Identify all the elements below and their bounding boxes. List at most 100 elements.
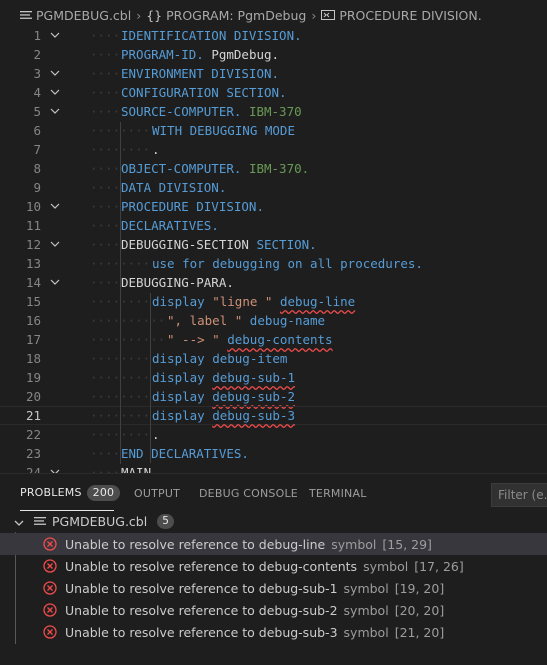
error-circle-icon (43, 603, 57, 617)
code-line[interactable]: 20display debug-sub-2········ (0, 387, 547, 406)
code-line[interactable]: 14 DEBUGGING-PARA. ···· (0, 273, 547, 292)
tab-terminal[interactable]: TERMINAL (309, 487, 367, 500)
problem-item[interactable]: Unable to resolve reference to debug-sub… (0, 599, 547, 621)
code-token: OBJECT-COMPUTER. (121, 161, 249, 176)
tab-problems[interactable]: PROBLEMS 200 (20, 485, 121, 501)
code-token: ENVIRONMENT DIVISION. (121, 66, 280, 81)
code-text: . (152, 140, 160, 159)
code-text: ENVIRONMENT DIVISION. (121, 64, 279, 83)
code-token: DEBUGGING-SECTION (121, 237, 257, 252)
problem-source: symbol (343, 602, 389, 618)
problem-file-name: PGMDEBUG.cbl (52, 514, 148, 529)
whitespace-dots: ···· (90, 161, 121, 176)
code-line[interactable]: 9 DATA DIVISION. ···· (0, 178, 547, 197)
whitespace-dots: ···· (90, 47, 121, 62)
code-token: display debug-item (152, 351, 288, 366)
code-line[interactable]: 7.········ (0, 140, 547, 159)
whitespace-dots: ···· (90, 218, 121, 233)
breadcrumb-program[interactable]: PROGRAM: PgmDebug (166, 8, 306, 23)
code-text: DEBUGGING-SECTION SECTION. (121, 235, 317, 254)
code-line[interactable]: 2 PROGRAM-ID. PgmDebug. ···· (0, 45, 547, 64)
error-circle-icon (43, 559, 57, 573)
code-line[interactable]: 3 ENVIRONMENT DIVISION. ···· (0, 64, 547, 83)
whitespace-dots: ···· (90, 446, 121, 461)
problem-file-row[interactable]: PGMDEBUG.cbl 5 (0, 511, 547, 532)
fold-chevron-icon[interactable] (50, 89, 60, 96)
code-line[interactable]: 8 OBJECT-COMPUTER. IBM-370. ···· (0, 159, 547, 178)
code-token: debug-sub-2 (212, 389, 296, 404)
fold-chevron-icon[interactable] (50, 241, 60, 248)
fold-chevron-icon[interactable] (50, 32, 60, 39)
code-token: PROGRAM-ID. (121, 47, 212, 62)
code-line[interactable]: 13use for debugging on all procedures.··… (0, 254, 547, 273)
code-text: display debug-sub-2 (152, 387, 295, 406)
code-text: CONFIGURATION SECTION. (121, 83, 287, 102)
problem-item[interactable]: Unable to resolve reference to debug-lin… (0, 533, 547, 555)
code-line[interactable]: 6WITH DEBUGGING MODE········ (0, 121, 547, 140)
code-line[interactable]: 18display debug-item········ (0, 349, 547, 368)
code-line[interactable]: 16 ", label " debug-name ·········· (0, 311, 547, 330)
code-line[interactable]: 10 PROCEDURE DIVISION. ···· (0, 197, 547, 216)
chevron-right-icon: › (311, 7, 317, 23)
code-text: OBJECT-COMPUTER. IBM-370. (121, 159, 309, 178)
code-token: SECTION. (256, 237, 317, 252)
problem-item[interactable]: Unable to resolve reference to debug-sub… (0, 621, 547, 643)
fold-chevron-icon[interactable] (50, 70, 60, 77)
code-token: debug-line (279, 294, 356, 309)
code-text: DEBUGGING-PARA. (121, 273, 234, 292)
code-text: display debug-sub-3 (152, 406, 295, 425)
code-line[interactable]: 17 " --> " debug-contents ·········· (0, 330, 547, 349)
line-number: 17 (25, 332, 41, 347)
fold-chevron-icon[interactable] (50, 279, 60, 286)
line-number: 24 (25, 465, 41, 473)
code-token: ", label " (167, 313, 250, 328)
code-line[interactable]: 5 SOURCE-COMPUTER. IBM-370 ···· (0, 102, 547, 121)
problem-item[interactable]: Unable to resolve reference to debug-con… (0, 555, 547, 577)
code-token: debug-contents (227, 332, 333, 347)
problem-item[interactable]: Unable to resolve reference to debug-sub… (0, 577, 547, 599)
tab-debug-console[interactable]: DEBUG CONSOLE (199, 487, 298, 500)
whitespace-dots: ···· (90, 180, 121, 195)
breadcrumb-procedure[interactable]: PROCEDURE DIVISION. (339, 8, 481, 23)
code-line[interactable]: 4 CONFIGURATION SECTION. ···· (0, 83, 547, 102)
fold-chevron-icon[interactable] (50, 108, 60, 115)
breadcrumb-file[interactable]: PGMDEBUG.cbl (36, 8, 131, 23)
code-editor[interactable]: 1 IDENTIFICATION DIVISION. ···· 2 PROGRAM-ID… (0, 25, 547, 473)
chevron-down-icon[interactable] (14, 514, 26, 529)
problem-message: Unable to resolve reference to debug-sub… (65, 624, 338, 640)
fold-chevron-icon[interactable] (50, 203, 60, 210)
code-line[interactable]: 12 DEBUGGING-SECTION SECTION. ···· (0, 235, 547, 254)
whitespace-dots: ···· (90, 66, 121, 81)
lines-file-icon (20, 10, 32, 20)
code-line[interactable]: 11 DECLARATIVES. ···· (0, 216, 547, 235)
code-text: DATA DIVISION. (121, 178, 226, 197)
line-number: 11 (25, 218, 41, 233)
code-line[interactable]: 22.········ (0, 425, 547, 444)
code-line[interactable]: 19display debug-sub-1········ (0, 368, 547, 387)
code-text: WITH DEBUGGING MODE (152, 121, 295, 140)
problem-message: Unable to resolve reference to debug-sub… (65, 580, 338, 596)
code-line[interactable]: 21display debug-sub-3········ (0, 406, 547, 425)
code-token: MAIN. (121, 465, 159, 473)
whitespace-dots: ···· (90, 199, 121, 214)
code-token: DECLARATIVES. (121, 218, 219, 233)
whitespace-dots: ·········· (90, 332, 166, 347)
code-line[interactable]: 24 MAIN. ···· (0, 463, 547, 473)
problem-message: Unable to resolve reference to debug-sub… (65, 602, 338, 618)
code-token: END DECLARATIVES. (121, 446, 249, 461)
code-token: PgmDebug. (211, 47, 280, 62)
code-text: display debug-item (152, 349, 287, 368)
line-number: 13 (25, 256, 41, 271)
whitespace-dots: ···· (90, 465, 121, 473)
code-line[interactable]: 23 END DECLARATIVES. ···· (0, 444, 547, 463)
problem-message: Unable to resolve reference to debug-con… (65, 558, 358, 574)
code-token: IDENTIFICATION DIVISION. (121, 28, 302, 43)
tab-output[interactable]: OUTPUT (134, 487, 180, 500)
code-line[interactable]: 15display "ligne " debug-line········ (0, 292, 547, 311)
indent-guide (120, 122, 121, 464)
filter-input[interactable]: Filter (e.g. (491, 483, 547, 507)
error-circle-icon (43, 537, 57, 551)
code-line[interactable]: 1 IDENTIFICATION DIVISION. ···· (0, 26, 547, 45)
problem-position: [20, 20] (394, 602, 445, 618)
line-number: 20 (25, 389, 41, 404)
